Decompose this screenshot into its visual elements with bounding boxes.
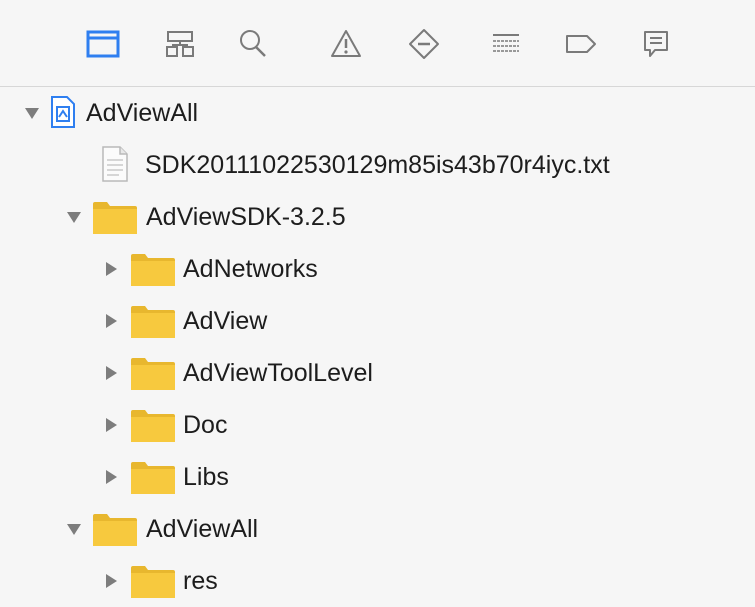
tree-row[interactable]: SDK20111022530129m85is43b70r4iyc.txt bbox=[0, 139, 755, 191]
tree-item-label: Libs bbox=[183, 463, 229, 491]
folder-icon bbox=[130, 253, 176, 292]
tree-item-label: AdViewAll bbox=[146, 515, 259, 543]
folder-icon bbox=[130, 565, 176, 604]
symbol-navigator-tab[interactable] bbox=[160, 24, 200, 64]
tree-row[interactable]: AdView bbox=[0, 295, 755, 347]
issue-navigator-tab[interactable] bbox=[326, 24, 366, 64]
disclosure-collapsed-icon[interactable] bbox=[101, 363, 121, 383]
folder-icon bbox=[92, 513, 138, 552]
folder-icon bbox=[130, 357, 176, 396]
tree-row[interactable]: Libs bbox=[0, 451, 755, 503]
debug-navigator-tab[interactable] bbox=[486, 24, 526, 64]
disclosure-expanded-icon[interactable] bbox=[64, 207, 84, 227]
report-navigator-tab[interactable] bbox=[636, 24, 676, 64]
search-icon bbox=[237, 28, 269, 60]
tree-item-label: res bbox=[183, 567, 218, 595]
tree-row[interactable]: AdViewAll bbox=[0, 87, 755, 139]
warning-icon bbox=[329, 28, 363, 60]
folder-icon bbox=[130, 461, 176, 500]
project-navigator-tab[interactable] bbox=[84, 24, 124, 64]
debug-list-icon bbox=[489, 30, 523, 58]
folder-icon bbox=[92, 201, 138, 240]
hierarchy-icon bbox=[164, 29, 196, 59]
project-file-icon bbox=[50, 95, 76, 134]
disclosure-collapsed-icon[interactable] bbox=[101, 571, 121, 591]
project-tree: AdViewAll SDK20111022530129m85is43b70r4i… bbox=[0, 87, 755, 605]
tree-item-label: SDK20111022530129m85is43b70r4iyc.txt bbox=[145, 151, 610, 179]
report-bubble-icon bbox=[640, 28, 672, 60]
tree-item-label: AdNetworks bbox=[183, 255, 318, 283]
folder-icon bbox=[130, 409, 176, 448]
tree-item-label: Doc bbox=[183, 411, 228, 439]
disclosure-expanded-icon[interactable] bbox=[22, 103, 42, 123]
breakpoint-tag-icon bbox=[563, 31, 599, 57]
tree-row[interactable]: AdViewAll bbox=[0, 503, 755, 555]
breakpoint-navigator-tab[interactable] bbox=[561, 24, 601, 64]
tree-row[interactable]: AdViewToolLevel bbox=[0, 347, 755, 399]
tree-item-label: AdView bbox=[183, 307, 268, 335]
test-navigator-tab[interactable] bbox=[404, 24, 444, 64]
text-file-icon bbox=[101, 145, 129, 188]
folder-icon bbox=[130, 305, 176, 344]
disclosure-collapsed-icon[interactable] bbox=[101, 259, 121, 279]
navigator-toolbar bbox=[0, 0, 755, 86]
tree-row[interactable]: AdNetworks bbox=[0, 243, 755, 295]
tree-item-label: AdViewSDK-3.2.5 bbox=[146, 203, 346, 231]
find-navigator-tab[interactable] bbox=[233, 24, 273, 64]
disclosure-expanded-icon[interactable] bbox=[64, 519, 84, 539]
tree-item-label: AdViewAll bbox=[86, 99, 199, 127]
folder-icon bbox=[86, 29, 122, 59]
tree-row[interactable]: Doc bbox=[0, 399, 755, 451]
tree-row[interactable]: AdViewSDK-3.2.5 bbox=[0, 191, 755, 243]
disclosure-collapsed-icon[interactable] bbox=[101, 311, 121, 331]
tree-row[interactable]: res bbox=[0, 555, 755, 607]
disclosure-collapsed-icon[interactable] bbox=[101, 415, 121, 435]
test-diamond-icon bbox=[407, 27, 441, 61]
tree-item-label: AdViewToolLevel bbox=[183, 359, 373, 387]
disclosure-collapsed-icon[interactable] bbox=[101, 467, 121, 487]
